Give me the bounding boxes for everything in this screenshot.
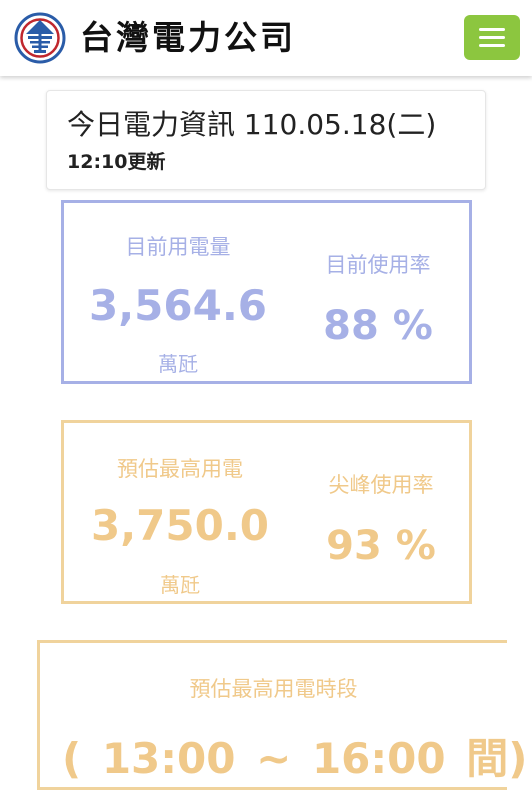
peak-period-value: ( 13:00 ~ 16:00 間) [62, 734, 528, 783]
brand-name[interactable]: 台灣電力公司 [80, 16, 296, 60]
current-usage-value: 3,564.6 [88, 281, 268, 330]
info-title: 今日電力資訊 110.05.18(二) [67, 108, 437, 141]
peak-rate-value: 93 % [326, 523, 436, 569]
update-time: 12:10更新 [67, 151, 166, 173]
taipower-logo-icon[interactable] [14, 12, 66, 64]
site-header: 台灣電力公司 [0, 0, 532, 76]
power-info-card: 今日電力資訊 110.05.18(二) 12:10更新 [46, 90, 486, 190]
forecast-peak-value: 3,750.0 [90, 501, 270, 550]
current-usage-unit: 萬瓩 [158, 352, 198, 376]
hamburger-menu-icon-bar [479, 44, 505, 47]
peak-rate-label: 尖峰使用率 [328, 473, 434, 497]
current-rate-value: 88 % [323, 303, 433, 349]
hamburger-menu-icon-bar [479, 36, 505, 39]
peak-period-label: 預估最高用電時段 [189, 677, 358, 701]
current-usage-label: 目前用電量 [125, 235, 231, 259]
forecast-peak-unit: 萬瓩 [160, 573, 200, 597]
forecast-peak-box: 預估最高用電 3,750.0 萬瓩 尖峰使用率 93 % [61, 420, 472, 604]
menu-button[interactable] [464, 15, 520, 60]
current-usage-box: 目前用電量 3,564.6 萬瓩 目前使用率 88 % [61, 200, 472, 384]
peak-period-box: 預估最高用電時段 ( 13:00 ~ 16:00 間) [37, 640, 527, 790]
page: 台灣電力公司 今日電力資訊 110.05.18(二) 12:10更新 目前用電量… [0, 0, 532, 800]
hamburger-menu-icon [479, 28, 505, 31]
forecast-peak-label: 預估最高用電 [117, 457, 243, 481]
current-rate-label: 目前使用率 [325, 253, 431, 277]
